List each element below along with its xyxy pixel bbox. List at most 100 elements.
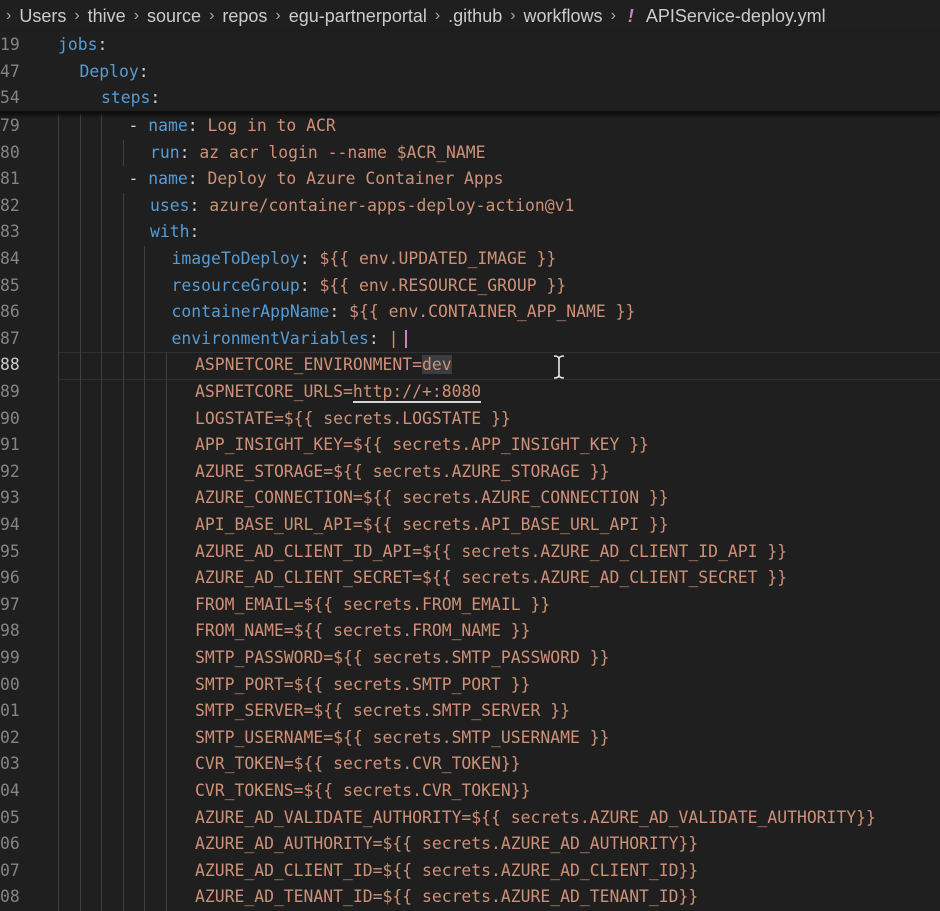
code-text: SMTP_PORT=${{ secrets.SMTP_PORT }} [195,672,531,699]
yaml-value: ${{ env.UPDATED_IMAGE }} [319,249,557,268]
line-number: 85 [0,275,20,295]
selection-highlight: dev [421,355,452,375]
line-number: 86 [0,302,20,322]
env-var-text: AZURE_AD_AUTHORITY=${{ secrets.AZURE_AD_… [195,834,699,854]
yaml-colon: : [329,302,350,322]
line-number: 06 [0,834,20,854]
editor-line[interactable]: 83 with: [0,219,940,246]
editor-line[interactable]: 02 SMTP_USERNAME=${{ secrets.SMTP_USERNAM… [0,725,940,752]
editor-line[interactable]: 89 ASPNETCORE_URLS=http://+:8080 [0,379,940,406]
env-var-text: ASPNETCORE_ENVIRONMENT= [195,355,422,375]
editor-line[interactable]: 97 FROM_EMAIL=${{ secrets.FROM_EMAIL }} [0,592,940,619]
breadcrumb-file-name[interactable]: APIService-deploy.yml [644,6,828,27]
editor-line[interactable]: 82 uses: azure/container-apps-deploy-acti… [0,193,940,220]
env-var-text: AZURE_AD_CLIENT_SECRET=${{ secrets.AZURE… [195,568,788,588]
env-var-text: FROM_EMAIL=${{ secrets.FROM_EMAIL }} [195,594,551,614]
code-text: FROM_NAME=${{ secrets.FROM_NAME }} [195,618,531,645]
breadcrumb-separator-icon: › [510,7,516,24]
sticky-scroll-border [0,111,940,113]
line-number: 84 [0,249,20,268]
env-var-text: FROM_NAME=${{ secrets.FROM_NAME }} [195,621,531,641]
breadcrumb-segment[interactable]: repos [220,6,269,27]
editor-line[interactable]: 06 AZURE_AD_AUTHORITY=${{ secrets.AZURE_A… [0,831,940,858]
env-var-text: API_BASE_URL_API=${{ secrets.API_BASE_UR… [195,515,669,534]
yaml-key: imageToDeploy [171,249,300,268]
yaml-colon: : [138,61,149,81]
editor-line[interactable]: 93 AZURE_CONNECTION=${{ secrets.AZURE_CON… [0,485,940,512]
line-number: 79 [0,116,20,135]
code-text: LOGSTATE=${{ secrets.LOGSTATE }} [195,406,511,433]
editor-line[interactable]: 99 SMTP_PASSWORD=${{ secrets.SMTP_PASSWOR… [0,645,940,672]
line-number: 03 [0,754,20,774]
editor-line[interactable]: 07 AZURE_AD_CLIENT_ID=${{ secrets.AZURE_A… [0,858,940,885]
breadcrumb-segment[interactable]: thive [86,6,128,27]
yaml-colon: : [368,328,389,348]
yaml-value: azure/container-apps-deploy-action@v1 [209,195,575,215]
line-number: 02 [0,727,20,747]
code-text: - name: Deploy to Azure Container Apps [129,166,504,193]
list-dash: - [128,169,149,189]
editor-line[interactable]: 98 FROM_NAME=${{ secrets.FROM_NAME }} [0,618,940,645]
code-text: AZURE_AD_TENANT_ID=${{ secrets.AZURE_AD_… [195,884,698,911]
line-number: 99 [0,648,20,667]
line-number: 98 [0,621,20,641]
code-text: SMTP_USERNAME=${{ secrets.SMTP_USERNAME … [195,725,609,752]
editor-line[interactable]: 04 CVR_TOKENS=${{ secrets.CVR_TOKEN}} [0,778,940,805]
code-text: environmentVariables: | [172,326,399,353]
yaml-key: environmentVariables [171,328,369,348]
env-var-text: AZURE_AD_VALIDATE_AUTHORITY=${{ secrets.… [195,807,876,827]
sticky-line[interactable]: 19 jobs: [0,32,940,59]
line-number: 93 [0,488,20,508]
yaml-colon: : [97,35,108,54]
code-text: containerAppName: ${{ env.CONTAINER_APP_… [172,299,636,326]
editor-line[interactable]: 08 AZURE_AD_TENANT_ID=${{ secrets.AZURE_A… [0,884,940,911]
env-var-text: APP_INSIGHT_KEY=${{ secrets.APP_INSIGHT_… [195,435,649,455]
editor-line[interactable]: 95 AZURE_AD_CLIENT_ID_API=${{ secrets.AZU… [0,539,940,566]
link-text[interactable]: http://+:8080 [352,382,482,403]
line-number: 87 [0,328,20,348]
code-text: APP_INSIGHT_KEY=${{ secrets.APP_INSIGHT_… [195,432,649,459]
editor-line[interactable]: 81 - name: Deploy to Azure Container Apps [0,166,940,193]
line-number: 07 [0,860,20,880]
sticky-line[interactable]: 47 Deploy: [0,59,940,86]
yaml-colon: : [299,275,320,295]
editor-line[interactable]: 05 AZURE_AD_VALIDATE_AUTHORITY=${{ secret… [0,805,940,832]
editor-line[interactable]: 92 AZURE_STORAGE=${{ secrets.AZURE_STORAG… [0,459,940,486]
editor-line[interactable]: 00 SMTP_PORT=${{ secrets.SMTP_PORT }} [0,672,940,699]
env-var-text: AZURE_STORAGE=${{ secrets.AZURE_STORAGE … [195,461,610,481]
breadcrumb-segment[interactable]: .github [446,6,504,27]
env-var-text: CVR_TOKENS=${{ secrets.CVR_TOKEN}} [195,781,531,800]
editor-line[interactable]: 85 resourceGroup: ${{ env.RESOURCE_GROUP … [0,273,940,300]
breadcrumb-separator-icon: › [74,7,80,24]
line-number: 47 [0,61,20,81]
editor-line[interactable]: 86 containerAppName: ${{ env.CONTAINER_AP… [0,299,940,326]
editor-line[interactable]: 84 imageToDeploy: ${{ env.UPDATED_IMAGE }… [0,246,940,273]
breadcrumb-separator-icon: › [434,7,441,24]
breadcrumb-segment[interactable]: egu-partnerportal [287,6,429,27]
editor-line[interactable]: 96 AZURE_AD_CLIENT_SECRET=${{ secrets.AZU… [0,565,940,592]
breadcrumb-segment[interactable]: workflows [522,6,605,27]
line-number: 00 [0,674,20,694]
editor-line-active[interactable]: 88 ASPNETCORE_ENVIRONMENT=dev [0,352,940,379]
breadcrumb-segment[interactable]: Users [17,6,68,27]
yaml-colon: : [189,222,210,242]
editor-line[interactable]: 80 run: az acr login --name $ACR_NAME [0,140,940,167]
sticky-line[interactable]: 54 steps: [0,85,940,112]
list-dash: - [128,116,149,135]
breadcrumb-segment[interactable]: source [145,6,203,27]
env-var-text: ASPNETCORE_URLS= [195,382,353,401]
editor-line[interactable]: 91 APP_INSIGHT_KEY=${{ secrets.APP_INSIGH… [0,432,940,459]
editor-line[interactable]: 03 CVR_TOKEN=${{ secrets.CVR_TOKEN}} [0,751,940,778]
editor-line[interactable]: 01 SMTP_SERVER=${{ secrets.SMTP_SERVER }} [0,698,940,725]
yaml-value: ${{ env.RESOURCE_GROUP }} [319,275,567,295]
code-text: SMTP_PASSWORD=${{ secrets.SMTP_PASSWORD … [195,645,609,672]
editor-line[interactable]: 87 environmentVariables: | [0,326,940,353]
line-number: 80 [0,142,20,162]
line-number: 19 [0,35,20,54]
editor-line[interactable]: 79 - name: Log in to ACR [0,113,940,140]
sticky-scroll-header[interactable]: 19 jobs: 47 Deploy: 54 steps: [0,32,940,112]
editor-line[interactable]: 94 API_BASE_URL_API=${{ secrets.API_BASE_… [0,512,940,539]
yaml-colon: : [150,88,161,108]
editor-line[interactable]: 90 LOGSTATE=${{ secrets.LOGSTATE }} [0,406,940,433]
yaml-value: az acr login --name $ACR_NAME [199,142,486,162]
